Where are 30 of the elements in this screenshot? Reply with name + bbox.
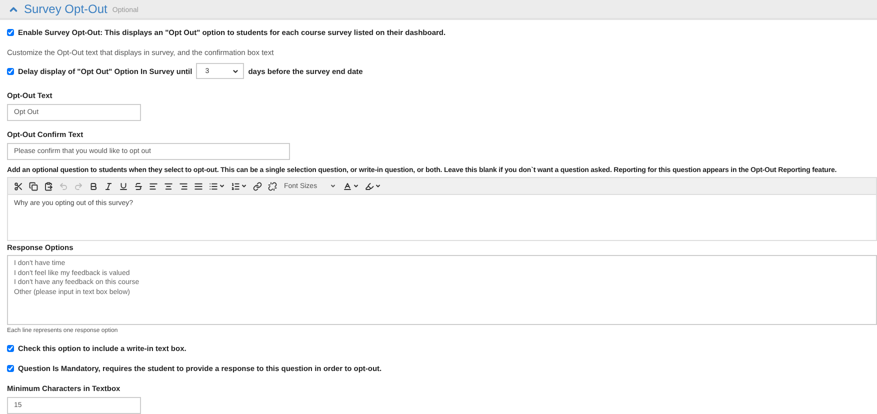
caret-icon [219,183,225,189]
caret-icon [232,68,240,74]
align-justify-icon [194,182,203,190]
underline-icon [119,182,128,190]
strikethrough-icon [134,182,143,190]
align-center-icon [164,182,173,190]
redo-icon [74,182,83,190]
checkbox[interactable] [7,29,14,36]
background-color-icon [365,182,374,190]
paste-icon [44,182,53,190]
numbered-list-icon [231,182,240,190]
checkbox[interactable] [7,345,14,352]
cut-icon [14,182,23,190]
checkbox[interactable] [7,68,14,74]
text-color-icon [343,182,352,190]
unlink-icon [268,182,277,190]
link-icon [253,182,262,190]
checkbox[interactable] [7,365,14,372]
align-right-icon [179,182,188,190]
undo-icon [59,182,68,190]
caret-icon [375,183,381,189]
caret-icon [241,183,247,189]
align-left-icon [149,182,158,190]
caret-icon [330,183,336,189]
copy-icon [29,182,38,190]
bullet-list-icon [209,182,218,190]
bold-icon [89,182,98,190]
caret-icon [353,183,359,189]
section-title: Survey Opt-Out [24,2,108,16]
italic-icon [104,182,113,190]
